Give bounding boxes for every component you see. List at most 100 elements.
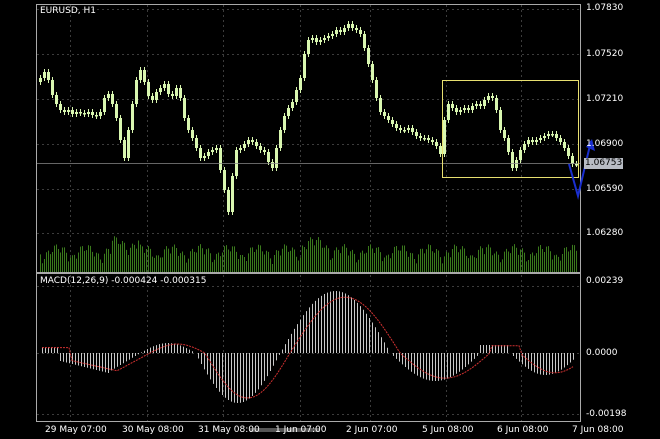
price-bar-body [459, 110, 462, 112]
price-bar-body [343, 28, 346, 32]
price-bar-body [279, 130, 282, 148]
price-bar-body [479, 104, 482, 106]
price-bar-body [319, 40, 322, 42]
current-price-label: 1.06753 [584, 158, 624, 169]
price-bar-body [363, 34, 366, 48]
time-tick: 5 Jun 08:00 [422, 425, 474, 435]
price-bars [39, 21, 578, 215]
volume-bars [40, 236, 577, 272]
symbol-title: EURUSD, H1 [40, 6, 96, 16]
price-bar-body [303, 54, 306, 78]
price-bar-body [219, 148, 222, 170]
price-bar-body [115, 104, 118, 118]
price-bar-body [543, 136, 546, 138]
price-bar-body [283, 116, 286, 130]
price-bar-body [355, 28, 358, 30]
price-bar-body [327, 36, 330, 38]
price-bar-body [171, 94, 174, 96]
price-bar-body [239, 148, 242, 150]
price-bar-body [555, 134, 558, 138]
price-bar-body [159, 88, 162, 92]
price-bar-body [463, 108, 466, 110]
price-bar-body [299, 78, 302, 90]
price-bar-body [91, 112, 94, 115]
price-bar-body [251, 140, 254, 142]
price-bar-body [375, 80, 378, 98]
price-bar-body [391, 120, 394, 124]
price-bar-body [419, 136, 422, 138]
price-bar-body [347, 24, 350, 28]
price-bar-body [399, 128, 402, 130]
price-bar-body [275, 148, 278, 168]
price-tick: 1.07830 [586, 3, 624, 13]
price-bar-body [427, 138, 430, 140]
price-bar-body [471, 106, 474, 110]
price-bar-body [123, 140, 126, 158]
selection-rectangle[interactable] [442, 80, 579, 178]
time-tick: 7 Jun 08:00 [572, 425, 624, 435]
price-bar-body [483, 100, 486, 106]
price-bar-body [99, 112, 102, 116]
price-bar-body [315, 38, 318, 42]
macd-histogram [42, 291, 574, 403]
price-bar-body [455, 108, 458, 112]
price-tick: 1.07210 [586, 94, 624, 104]
price-bar-body [367, 48, 370, 64]
price-bar-body [511, 152, 514, 168]
price-bar-body [43, 72, 46, 78]
price-bar-body [383, 112, 386, 116]
price-bar-body [267, 152, 270, 162]
price-bar-body [51, 80, 54, 95]
price-bar-body [175, 88, 178, 96]
price-bar-body [151, 96, 154, 100]
price-bar-body [487, 96, 490, 100]
price-bar-body [527, 140, 530, 144]
price-bar-body [531, 140, 534, 142]
price-bar-body [155, 92, 158, 100]
price-bar-body [203, 156, 206, 158]
price-bar-body [295, 90, 298, 102]
price-bar-body [255, 142, 258, 146]
price-bar-body [55, 95, 58, 104]
price-bar-body [431, 140, 434, 142]
price-bar-body [243, 144, 246, 148]
price-bar-body [467, 108, 470, 110]
price-bar-body [535, 140, 538, 142]
price-bar-body [571, 156, 574, 164]
price-bar-body [259, 146, 262, 150]
price-bar-body [39, 78, 42, 82]
price-bar-body [147, 82, 150, 96]
price-bar-body [135, 80, 138, 104]
macd-tick: -0.00198 [586, 409, 627, 419]
price-bar-body [323, 38, 326, 40]
price-bar-body [335, 30, 338, 34]
price-bar-body [75, 112, 78, 114]
price-bar-body [379, 98, 382, 112]
price-bar-body [143, 70, 146, 82]
chart-window[interactable]: { "main_panel": { "title": "EURUSD, H1",… [0, 0, 660, 439]
price-bar-body [387, 116, 390, 120]
macd-tick: 0.0000 [586, 348, 618, 358]
price-bar-body [539, 138, 542, 140]
price-bar-body [163, 84, 166, 88]
price-bar-body [451, 104, 454, 108]
price-bar-body [447, 104, 450, 120]
price-bar-body [195, 138, 198, 148]
price-bar-body [439, 146, 442, 154]
price-tick: 1.06280 [586, 228, 624, 238]
price-bar-body [63, 110, 66, 112]
price-bar-body [395, 124, 398, 128]
price-bar-body [403, 130, 406, 132]
price-bar-body [235, 150, 238, 176]
price-bar-body [139, 70, 142, 80]
price-tick: 1.06900 [586, 139, 624, 149]
time-tick: 1 Jun 07:00 [275, 425, 327, 435]
price-bar-body [567, 148, 570, 156]
price-bar-body [311, 38, 314, 40]
chart-canvas[interactable] [0, 0, 660, 439]
price-bar-body [559, 138, 562, 142]
price-bar-body [127, 130, 130, 158]
price-bar-body [187, 118, 190, 130]
macd-signal-line [42, 296, 574, 399]
price-bar-body [331, 34, 334, 36]
